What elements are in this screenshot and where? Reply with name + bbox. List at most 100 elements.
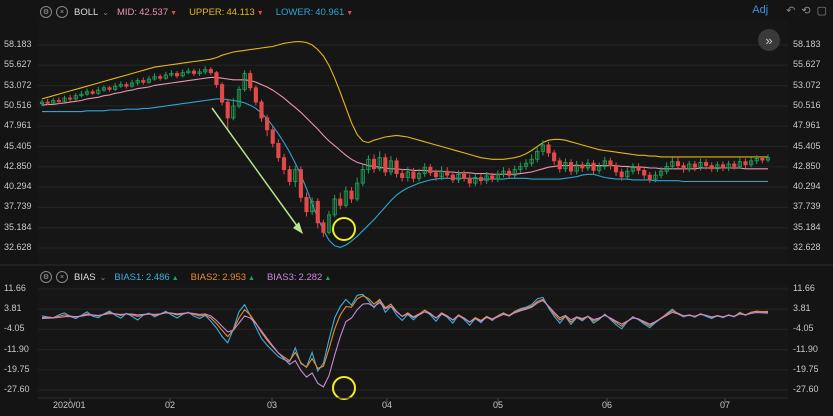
bias-y-tick: -19.75 [793,363,819,374]
boll-y-tick: 53.072 [793,79,821,90]
candle-body [462,173,467,179]
boll-y-tick: 40.294 [793,181,821,192]
candle-body [259,101,264,119]
bias-y-tick: -27.60 [793,384,819,394]
candle-body [580,164,585,169]
candle-body [208,69,213,74]
bias-y-tick: 3.81 [793,303,811,314]
candle-body [490,175,495,180]
stock-chart-svg[interactable] [0,0,833,416]
boll-y-tick: 35.184 [793,221,821,232]
candle-body [704,162,709,167]
candle-body [608,160,613,167]
candle-body [709,165,714,170]
x-tick-label: 07 [720,400,731,410]
candle-body [220,84,225,103]
candle-body [56,100,61,102]
candle-body [253,87,258,103]
candle-body [467,177,472,184]
candle-body [692,163,697,168]
bias-y-tick: -11.90 [793,343,818,354]
candle-body [349,190,354,200]
annotation-circle [332,376,356,400]
candle-body [304,196,309,213]
x-tick-label: 2020/01 [53,400,86,410]
x-tick-label: 03 [267,400,278,410]
candle-body [45,101,50,104]
candle-body [174,73,180,77]
boll-y-tick: 55.627 [4,59,32,70]
candle-body [675,161,681,167]
candle-body [619,171,624,178]
candle-body [270,129,275,144]
candle-body [478,177,484,182]
boll-y-tick: 45.405 [793,140,821,151]
boll-y-tick: 37.739 [4,201,32,212]
candle-body [90,91,95,94]
boll-y-tick: 35.184 [4,221,32,232]
bias-y-tick: 3.81 [4,303,22,314]
x-tick-label: 06 [602,400,613,410]
boll-y-tick: 32.628 [4,242,32,252]
boll-y-tick: 58.183 [793,39,821,49]
candle-body [507,170,512,176]
candle-body [281,157,287,170]
boll-upper-line [41,41,768,160]
candle-body [428,166,433,174]
bias-y-tick: 11.66 [793,283,815,293]
candle-body [107,87,112,90]
bias-y-tick: -19.75 [4,363,30,374]
candle-body [214,72,219,85]
candle-body [760,158,765,161]
candle-body [394,160,399,174]
candle-body [642,169,647,176]
bias-series-line-bias1 [41,293,769,373]
candle-body [743,161,748,166]
boll-y-tick: 47.961 [793,120,821,131]
candle-body [720,164,726,169]
bias-y-tick: -4.05 [4,323,25,334]
candle-body [450,174,455,181]
candle-body [225,101,230,119]
expand-icon[interactable]: » [758,29,780,51]
bias-y-tick: 11.66 [4,283,26,293]
candle-body [400,173,405,178]
candle-body [298,169,303,198]
candle-body [158,76,163,79]
boll-y-tick: 50.516 [4,99,32,110]
candle-body [546,144,551,154]
bias-y-tick: -4.05 [793,323,814,334]
candle-body [433,172,439,178]
candle-body [732,163,737,167]
x-tick-label: 02 [165,400,176,410]
boll-y-tick: 37.739 [793,201,821,212]
candle-body [383,157,388,173]
boll-y-tick: 53.072 [4,79,32,90]
candle-body [681,165,686,170]
candle-body [68,97,73,100]
boll-y-tick: 55.627 [793,59,821,70]
candle-body [276,142,281,159]
candle-body [557,160,562,170]
boll-y-tick: 40.294 [4,181,32,192]
boll-y-tick: 32.628 [793,242,821,252]
boll-y-tick: 58.183 [4,39,32,49]
annotation-circle [332,217,356,241]
candle-body [338,198,343,206]
candle-body [265,117,270,131]
candle-body [552,152,557,162]
candle-body [371,158,377,170]
candle-body [141,80,146,83]
candle-body [411,171,416,179]
boll-y-tick: 45.405 [4,140,32,151]
candle-body [191,70,197,74]
candle-body [321,222,326,233]
boll-y-tick: 47.961 [4,120,32,131]
boll-y-tick: 42.850 [4,160,32,171]
candle-body [248,73,253,89]
boll-y-tick: 50.516 [793,99,821,110]
candle-body [287,169,292,182]
bias-series-line-bias3 [41,299,769,388]
candle-body [124,84,129,87]
bias-series-line-bias2 [42,295,769,370]
